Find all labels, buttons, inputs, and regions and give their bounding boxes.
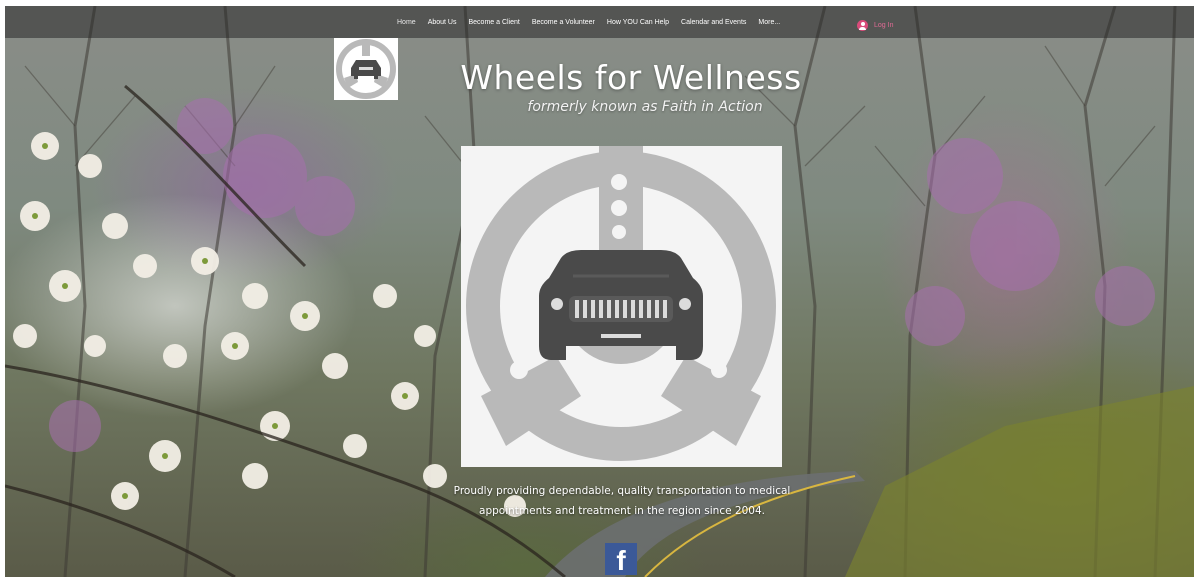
nav-item-home[interactable]: Home (397, 19, 416, 26)
steering-wheel-car-logo-icon (466, 146, 776, 461)
login-button[interactable]: Log In (857, 20, 893, 31)
hero-background: Home About Us Become a Client Become a V… (5, 6, 1194, 577)
site-title: Wheels for Wellness (460, 58, 802, 97)
tagline: Proudly providing dependable, quality tr… (445, 481, 799, 521)
steering-wheel-car-icon (336, 39, 396, 99)
nav-item-calendar-events[interactable]: Calendar and Events (681, 19, 746, 26)
site-logo[interactable] (334, 38, 398, 100)
site-subtitle: formerly known as Faith in Action (527, 99, 763, 115)
user-circle-icon (857, 20, 868, 31)
facebook-button[interactable]: f (605, 543, 637, 576)
main-logo-image (461, 146, 782, 467)
tagline-line-1: Proudly providing dependable, quality tr… (453, 485, 791, 497)
nav-item-become-volunteer[interactable]: Become a Volunteer (532, 19, 595, 26)
top-nav-bar: Home About Us Become a Client Become a V… (5, 6, 1194, 38)
nav-item-how-you-can-help[interactable]: How YOU Can Help (607, 19, 669, 26)
nav-item-more[interactable]: More... (758, 19, 780, 26)
login-label: Log In (874, 22, 894, 29)
tagline-line-2: appointments and treatment in the region… (479, 505, 765, 517)
nav-item-about-us[interactable]: About Us (428, 19, 457, 26)
nav-menu: Home About Us Become a Client Become a V… (397, 19, 792, 26)
facebook-icon: f (616, 545, 626, 576)
nav-item-become-client[interactable]: Become a Client (468, 19, 519, 26)
